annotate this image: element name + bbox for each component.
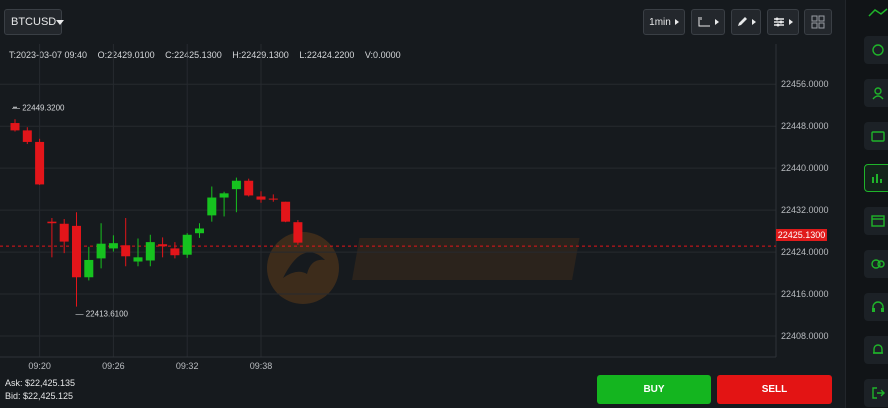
candle-up: [207, 197, 217, 216]
quotes-panel: Ask: $22,425.135 Bid: $22,425.125: [5, 377, 75, 403]
low-marker-label: — 22413.6100: [76, 310, 129, 319]
candle-down: [244, 180, 254, 196]
brand-logo-icon: [864, 8, 888, 26]
support-icon[interactable]: [864, 293, 888, 321]
current-price-tag: 22425.1300: [776, 229, 827, 241]
candle-down: [281, 201, 291, 222]
y-axis-tick-label: 22408.0000: [781, 331, 829, 341]
x-axis-tick-label: 09:20: [28, 361, 51, 371]
wallet-icon[interactable]: [864, 122, 888, 150]
y-axis-tick-label: 22424.0000: [781, 247, 829, 257]
y-axis-tick-label: 22448.0000: [781, 121, 829, 131]
candle-up: [145, 242, 155, 261]
funds-icon[interactable]: [864, 250, 888, 278]
candle-up: [219, 193, 229, 198]
account-icon[interactable]: [864, 36, 888, 64]
candle-up: [96, 243, 106, 259]
price-chart[interactable]: 22456.0000 22448.0000 22440.0000 22432.0000…: [0, 0, 845, 375]
x-axis-tick-label: 09:26: [102, 361, 125, 371]
candle-down: [158, 244, 168, 247]
candle-up: [108, 243, 118, 249]
deposit-icon[interactable]: [864, 207, 888, 235]
right-sidebar: [845, 0, 888, 408]
logout-icon[interactable]: [864, 379, 888, 407]
candle-down: [59, 223, 69, 242]
y-axis-tick-label: 22432.0000: [781, 205, 829, 215]
candle-down: [22, 130, 32, 142]
high-marker-label: — 22449.3200: [12, 103, 65, 112]
y-axis-tick-label: 22440.0000: [781, 163, 829, 173]
candle-up: [84, 259, 94, 278]
bell-icon[interactable]: [864, 336, 888, 364]
candle-up: [195, 228, 204, 234]
candle-down: [256, 196, 266, 200]
ask-price: Ask: $22,425.135: [5, 378, 76, 388]
candle-up: [182, 234, 192, 255]
y-axis-tick-label: 22416.0000: [781, 289, 829, 299]
candle-down: [72, 225, 81, 278]
candle-down: [268, 198, 278, 200]
user-icon[interactable]: [864, 79, 888, 107]
candle-up: [133, 257, 143, 262]
candle-down: [47, 221, 57, 224]
candle-down: [293, 222, 303, 243]
chart-icon[interactable]: [864, 164, 888, 192]
x-axis-tick-label: 09:32: [176, 361, 199, 371]
candle-up: [231, 180, 241, 190]
sell-button[interactable]: SELL: [717, 375, 832, 404]
buy-button[interactable]: BUY: [597, 375, 711, 404]
y-axis-tick-label: 22456.0000: [781, 79, 829, 89]
candle-down: [121, 245, 131, 257]
candle-down: [170, 248, 180, 256]
candle-down: [35, 141, 45, 185]
candle-down: [10, 123, 20, 131]
bid-price: Bid: $22,425.125: [5, 391, 74, 401]
x-axis-tick-label: 09:38: [250, 361, 273, 371]
